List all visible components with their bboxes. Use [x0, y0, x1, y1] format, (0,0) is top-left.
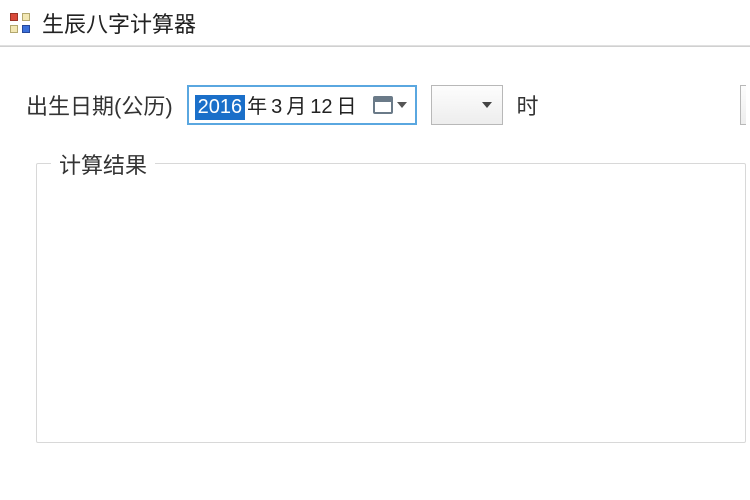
- birth-date-picker[interactable]: 2016 年 3 月 12 日: [187, 85, 417, 125]
- chevron-down-icon: [397, 102, 407, 108]
- date-year-suffix: 年: [245, 90, 269, 119]
- birth-date-label: 出生日期(公历): [26, 89, 173, 121]
- date-value[interactable]: 2016 年 3 月 12 日: [195, 90, 359, 120]
- date-picker-dropdown-button[interactable]: [369, 94, 411, 116]
- window-title: 生辰八字计算器: [42, 7, 196, 39]
- client-area: 出生日期(公历) 2016 年 3 月 12 日 时 计算结果: [0, 46, 750, 443]
- app-icon: [10, 13, 30, 33]
- calendar-icon: [373, 96, 393, 114]
- date-year-selected[interactable]: 2016: [195, 95, 246, 120]
- truncated-control[interactable]: [740, 85, 746, 125]
- date-day-suffix: 日: [335, 90, 359, 119]
- birth-date-row: 出生日期(公历) 2016 年 3 月 12 日 时: [26, 85, 746, 125]
- result-groupbox: 计算结果: [36, 163, 746, 443]
- chevron-down-icon: [482, 102, 492, 108]
- hour-unit-label: 时: [517, 89, 539, 121]
- result-group-title: 计算结果: [51, 148, 155, 180]
- title-bar: 生辰八字计算器: [0, 0, 750, 46]
- hour-combo[interactable]: [431, 85, 503, 125]
- date-day[interactable]: 12: [308, 96, 334, 119]
- date-month[interactable]: 3: [269, 96, 284, 119]
- date-month-suffix: 月: [284, 90, 308, 119]
